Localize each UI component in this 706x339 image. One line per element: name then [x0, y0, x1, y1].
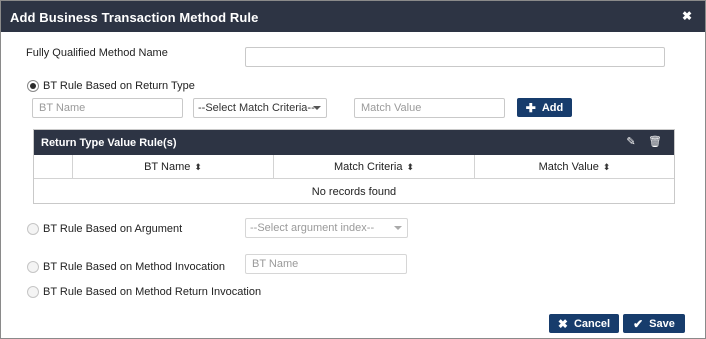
select-column-header [34, 155, 72, 179]
dialog-titlebar: Add Business Transaction Method Rule ✖ [1, 1, 705, 32]
argument-index-select-value: --Select argument index-- [250, 222, 375, 234]
fqmn-input[interactable] [245, 47, 665, 67]
method-return-invocation-radio[interactable] [27, 286, 39, 298]
check-icon: ✔ [633, 316, 644, 331]
add-button[interactable]: ✚ Add [517, 98, 572, 117]
empty-message: No records found [311, 186, 397, 198]
close-icon[interactable]: ✖ [681, 9, 693, 23]
sort-icon: ⬍ [406, 162, 414, 172]
pencil-icon[interactable]: ✎ [624, 135, 638, 149]
column-header-match-criteria[interactable]: Match Criteria ⬍ [273, 155, 474, 179]
sort-icon: ⬍ [602, 162, 611, 172]
return-type-option-label: BT Rule Based on Return Type [43, 80, 195, 92]
argument-option-label: BT Rule Based on Argument [43, 223, 183, 235]
save-button-label: Save [649, 317, 675, 330]
table-header: BT Name ⬍ Match Criteria ⬍ Match Value ⬍ [34, 155, 674, 179]
match-criteria-select[interactable]: --Select Match Criteria-- [193, 98, 327, 118]
chevron-down-icon [313, 106, 321, 110]
column-header-label: Match Criteria [333, 161, 403, 173]
add-button-label: Add [541, 101, 564, 114]
argument-index-select[interactable]: --Select argument index-- [245, 218, 408, 238]
match-criteria-select-value: --Select Match Criteria-- [198, 102, 315, 114]
match-value-input[interactable] [354, 98, 505, 118]
chevron-down-icon [394, 226, 402, 230]
add-bt-method-rule-dialog: Add Business Transaction Method Rule ✖ F… [0, 0, 706, 339]
fqmn-label: Fully Qualified Method Name [26, 47, 168, 59]
cancel-button[interactable]: ✖ Cancel [549, 314, 619, 333]
column-header-match-value[interactable]: Match Value ⬍ [474, 155, 674, 179]
column-header-bt-name[interactable]: BT Name ⬍ [72, 155, 273, 179]
method-invocation-bt-name-input[interactable] [245, 254, 407, 274]
dialog-title: Add Business Transaction Method Rule [10, 10, 259, 25]
argument-radio[interactable] [27, 223, 39, 235]
method-invocation-option-label: BT Rule Based on Method Invocation [43, 261, 226, 273]
column-header-label: Match Value [538, 161, 599, 173]
column-header-label: BT Name [144, 161, 191, 173]
save-button[interactable]: ✔ Save [623, 314, 685, 333]
x-icon: ✖ [557, 316, 568, 331]
return-type-radio[interactable] [27, 80, 39, 92]
cancel-button-label: Cancel [573, 317, 611, 330]
sort-icon: ⬍ [194, 162, 202, 172]
method-invocation-radio[interactable] [27, 261, 39, 273]
return-type-rules-panel: Return Type Value Rule(s) ✎ 🗑 BT Name ⬍ M… [33, 129, 675, 204]
method-return-invocation-option-label: BT Rule Based on Method Return Invocatio… [43, 286, 262, 298]
plus-icon: ✚ [525, 100, 536, 115]
panel-title: Return Type Value Rule(s) [41, 137, 177, 149]
bt-name-input[interactable] [32, 98, 183, 118]
panel-header: Return Type Value Rule(s) ✎ 🗑 [34, 130, 674, 155]
trash-icon[interactable]: 🗑 [648, 135, 662, 149]
